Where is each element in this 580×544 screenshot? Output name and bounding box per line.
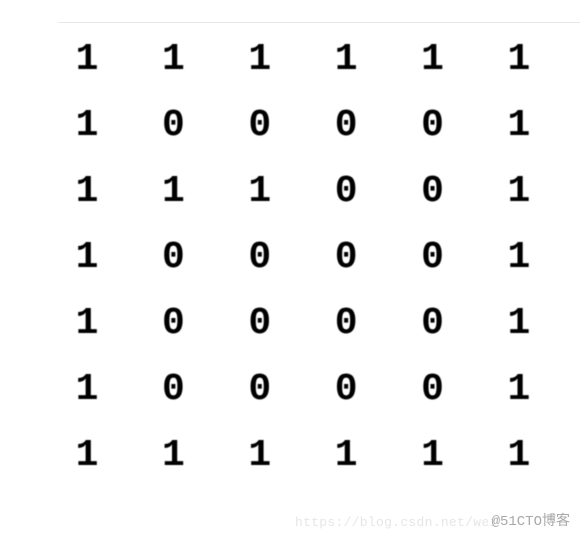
matrix-cell: 1 [62,438,112,474]
matrix-row: 1 1 1 0 0 1 [62,174,544,210]
top-divider [58,22,580,23]
matrix-cell: 0 [408,174,458,210]
matrix-row: 1 0 0 0 0 1 [62,372,544,408]
matrix-cell: 0 [235,372,285,408]
matrix-cell: 1 [408,42,458,78]
matrix-cell: 0 [235,240,285,276]
matrix-cell: 0 [321,306,371,342]
matrix-row: 1 1 1 1 1 1 [62,438,544,474]
matrix-cell: 1 [62,108,112,144]
matrix-cell: 0 [408,306,458,342]
matrix-cell: 0 [321,372,371,408]
matrix-cell: 0 [408,372,458,408]
matrix-cell: 1 [62,174,112,210]
matrix-cell: 1 [321,438,371,474]
matrix-cell: 1 [494,372,544,408]
matrix-cell: 1 [494,438,544,474]
matrix-cell: 0 [235,108,285,144]
matrix-cell: 0 [321,240,371,276]
matrix-cell: 1 [494,42,544,78]
matrix-cell: 1 [408,438,458,474]
matrix-cell: 0 [148,240,198,276]
matrix-cell: 1 [148,174,198,210]
matrix-row: 1 0 0 0 0 1 [62,108,544,144]
matrix-cell: 1 [494,108,544,144]
matrix-cell: 0 [408,108,458,144]
matrix-cell: 1 [148,438,198,474]
matrix-cell: 1 [62,372,112,408]
matrix-cell: 0 [148,108,198,144]
matrix-cell: 1 [235,42,285,78]
matrix-cell: 1 [321,42,371,78]
matrix-cell: 1 [235,438,285,474]
binary-matrix: 1 1 1 1 1 1 1 0 0 0 0 1 1 1 1 0 0 1 1 0 … [62,42,544,474]
matrix-cell: 1 [62,306,112,342]
matrix-cell: 1 [235,174,285,210]
matrix-cell: 1 [494,240,544,276]
matrix-cell: 1 [62,42,112,78]
matrix-cell: 1 [148,42,198,78]
matrix-cell: 0 [148,306,198,342]
matrix-cell: 0 [148,372,198,408]
matrix-row: 1 0 0 0 0 1 [62,306,544,342]
watermark-url: https://blog.csdn.net/wei [295,515,498,530]
matrix-cell: 0 [321,174,371,210]
matrix-cell: 0 [235,306,285,342]
matrix-cell: 1 [494,174,544,210]
matrix-row: 1 1 1 1 1 1 [62,42,544,78]
matrix-cell: 0 [408,240,458,276]
watermark-source: @51CTO博客 [492,510,570,530]
matrix-cell: 1 [494,306,544,342]
matrix-row: 1 0 0 0 0 1 [62,240,544,276]
matrix-cell: 0 [321,108,371,144]
matrix-cell: 1 [62,240,112,276]
